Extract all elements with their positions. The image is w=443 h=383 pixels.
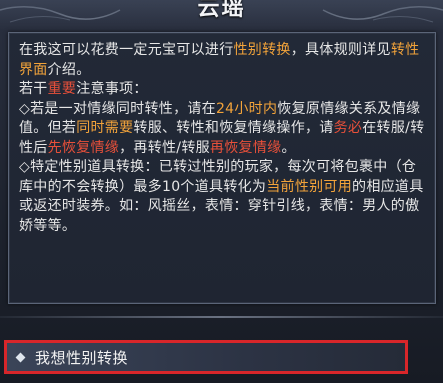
game-dialog: 云瑶 在我这可以花费一定元宝可以进行性别转换，具体规则详见转性界面介绍。 若干重… <box>0 0 443 383</box>
restore-first-highlight: 先恢复情缘 <box>47 139 120 156</box>
must-highlight: 务必 <box>333 120 363 136</box>
rule-text: 转服、转性和恢复情缘操作，请 <box>133 120 334 136</box>
important-highlight: 重要 <box>47 81 77 97</box>
rule-text: ◇若是一对情缘同时转性，请在 <box>19 100 216 117</box>
option-label: 我想性别转换 <box>35 349 129 367</box>
gender-swap-highlight: 性别转换 <box>233 42 291 58</box>
rule-1-paragraph: ◇若是一对情缘同时转性，请在24小时内恢复原情缘关系及情缘值。但若同时需要转服、… <box>19 100 429 159</box>
simultaneous-highlight: 同时需要 <box>76 120 134 136</box>
divider <box>0 316 443 318</box>
gender-swap-option-button[interactable]: 我想性别转换 <box>4 340 408 374</box>
intro-text: 在我这可以花费一定元宝可以进行 <box>19 42 234 58</box>
notice-text: 注意事项： <box>76 81 148 97</box>
restore-again-highlight: 再恢复情缘 <box>209 139 282 156</box>
dialog-text-panel: 在我这可以花费一定元宝可以进行性别转换，具体规则详见转性界面介绍。 若干重要注意… <box>8 32 436 304</box>
dialog-title: 云瑶 <box>197 0 246 21</box>
current-gender-highlight: 当前性别可用 <box>266 178 353 195</box>
rule-2-paragraph: ◇特定性别道具转换：已转过性别的玩家，每次可将包裹中（仓库中的不会转换）最多10… <box>19 158 429 236</box>
notice-heading: 若干重要注意事项： <box>19 80 429 100</box>
title-bar: 云瑶 <box>0 0 443 30</box>
rule-text: 。 <box>281 139 296 156</box>
intro-text: 介绍。 <box>47 61 91 78</box>
dialog-content: 在我这可以花费一定元宝可以进行性别转换，具体规则详见转性界面介绍。 若干重要注意… <box>19 41 429 236</box>
time-limit-highlight: 24小时内 <box>215 100 278 117</box>
notice-text: 若干 <box>19 81 48 97</box>
rule-text: ，再转性/转服 <box>119 139 210 156</box>
intro-text: ，具体规则 <box>290 42 363 58</box>
diamond-bullet-icon <box>15 352 26 363</box>
intro-paragraph: 在我这可以花费一定元宝可以进行性别转换，具体规则详见转性界面介绍。 <box>19 41 429 80</box>
intro-text: 详见 <box>362 42 391 58</box>
